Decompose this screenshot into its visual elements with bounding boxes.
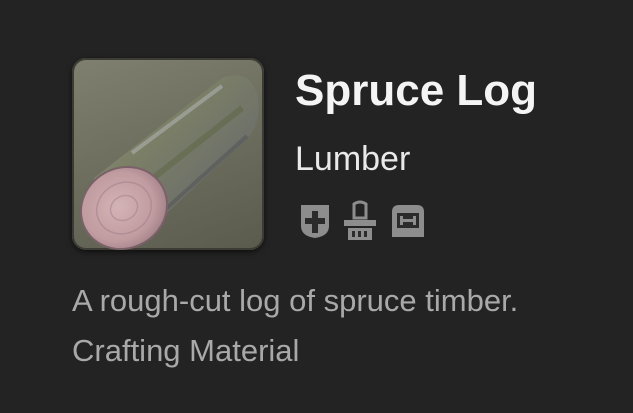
item-category: Lumber xyxy=(295,140,411,178)
spruce-log-icon xyxy=(72,58,264,250)
item-tooltip: Spruce Log Lumber A rough-cut log of spr… xyxy=(0,0,633,413)
item-type: Crafting Material xyxy=(72,333,300,368)
materia-icon xyxy=(388,202,428,245)
restriction-icons xyxy=(298,200,428,247)
armoire-storage-icon xyxy=(298,202,332,245)
item-description: A rough-cut log of spruce timber. xyxy=(72,283,519,318)
item-icon-frame xyxy=(72,58,264,250)
item-name: Spruce Log xyxy=(295,66,538,115)
desynthesis-icon xyxy=(340,200,380,247)
